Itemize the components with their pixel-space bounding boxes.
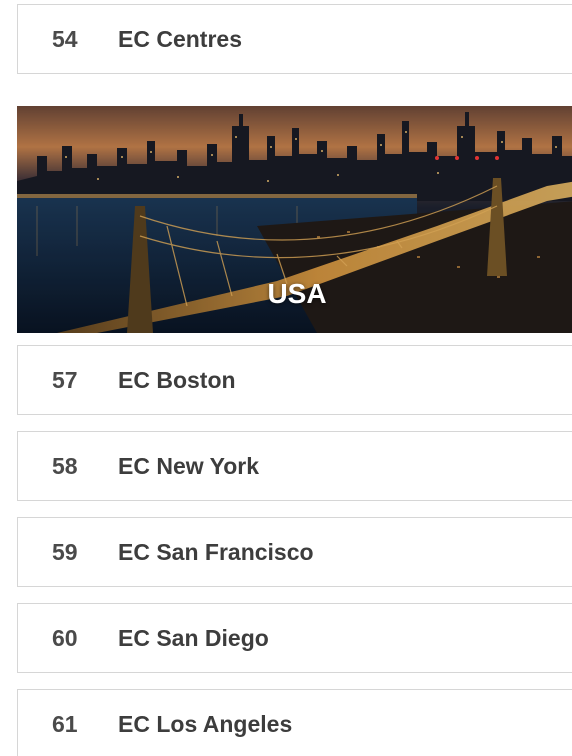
page: 54 EC Centres USA 57 EC Boston 58 EC New… [0, 0, 572, 756]
list-item-ec-san-diego[interactable]: 60 EC San Diego [17, 603, 572, 673]
item-label: EC San Francisco [118, 538, 314, 565]
list-item-ec-boston[interactable]: 57 EC Boston [17, 345, 572, 415]
item-label: EC Boston [118, 366, 236, 393]
item-label: EC New York [118, 452, 260, 479]
item-number: 59 [52, 538, 78, 565]
item-number: 57 [52, 366, 78, 393]
item-label: EC San Diego [118, 624, 269, 651]
item-number: 54 [52, 25, 78, 52]
banner-title: USA [267, 278, 327, 309]
list-item-ec-los-angeles[interactable]: 61 EC Los Angeles [17, 689, 572, 756]
list-item-ec-san-francisco[interactable]: 59 EC San Francisco [17, 517, 572, 587]
item-label: EC Centres [118, 25, 242, 52]
list-item-ec-new-york[interactable]: 58 EC New York [17, 431, 572, 501]
item-number: 61 [52, 710, 78, 737]
item-label: EC Los Angeles [118, 710, 293, 737]
item-number: 60 [52, 624, 78, 651]
item-number: 58 [52, 452, 78, 479]
usa-banner[interactable]: USA [17, 106, 572, 333]
list-item-ec-centres[interactable]: 54 EC Centres [17, 4, 572, 74]
